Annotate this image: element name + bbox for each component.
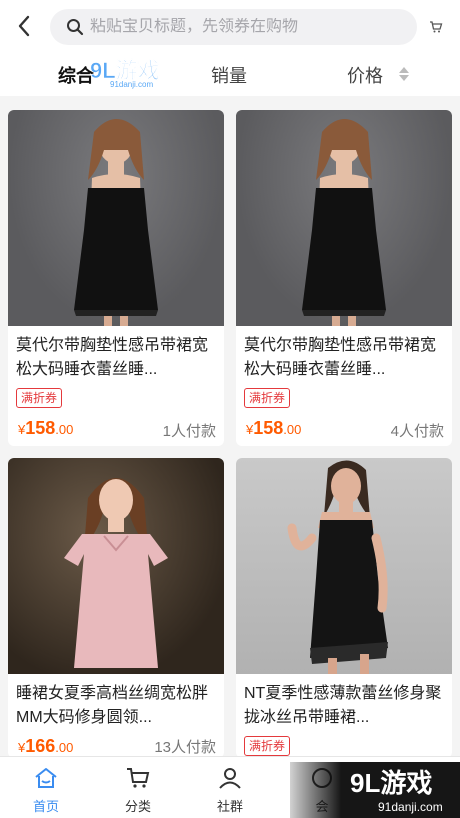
tab-price[interactable]: 价格 — [347, 62, 383, 88]
app-root: 综合 销量 价格 9L游戏 91danji.com 莫代尔带胸垫性感吊带裙宽松大… — [0, 0, 460, 818]
search-icon — [67, 19, 84, 36]
sold-count: 1人付款 — [162, 423, 216, 440]
svg-text:91danji.com: 91danji.com — [110, 80, 153, 89]
watermark-badge: 9L游戏 91danji.com — [290, 762, 460, 818]
product-card[interactable]: 莫代尔带胸垫性感吊带裙宽松大码睡衣蕾丝睡... 满折券 ¥158.00 1人付款 — [8, 110, 224, 446]
product-image[interactable] — [8, 458, 224, 674]
price-integer: 158 — [25, 418, 56, 438]
search-input[interactable] — [90, 18, 390, 36]
search-box[interactable] — [50, 9, 417, 45]
divider — [0, 96, 460, 106]
nav-home-label: 首页 — [32, 799, 59, 814]
sold-count: 13人付款 — [154, 739, 216, 756]
header — [0, 0, 460, 52]
sort-arrows-icon[interactable] — [398, 66, 410, 82]
tab-sales[interactable]: 销量 — [211, 62, 247, 88]
product-card[interactable]: 睡裙女夏季高档丝绸宽松胖MM大码修身圆领... ¥166.00 13人付款 — [8, 458, 224, 758]
nav-home[interactable]: 首页 — [0, 757, 92, 818]
product-title[interactable]: 莫代尔带胸垫性感吊带裙宽松大码睡衣蕾丝睡... — [244, 334, 444, 382]
product-price: ¥166.00 — [18, 736, 73, 757]
home-icon — [35, 768, 57, 788]
sold-count: 4人付款 — [390, 423, 444, 440]
nav-community[interactable]: 社群 — [184, 757, 276, 818]
watermark-logo: 9L游戏 91danji.com — [90, 58, 160, 89]
product-title[interactable]: 睡裙女夏季高档丝绸宽松胖MM大码修身圆领... — [16, 682, 216, 730]
cart-icon[interactable] — [429, 20, 443, 34]
product-title[interactable]: 莫代尔带胸垫性感吊带裙宽松大码睡衣蕾丝睡... — [16, 334, 216, 382]
product-price: ¥158.00 — [18, 418, 73, 439]
nav-category-label: 分类 — [124, 799, 151, 814]
price-decimal: .00 — [283, 422, 302, 437]
coupon-badge: 满折券 — [244, 388, 291, 408]
product-card[interactable]: NT夏季性感薄款蕾丝修身聚拢冰丝吊带睡裙... 满折券 — [236, 458, 452, 758]
product-price: ¥158.00 — [246, 418, 301, 439]
product-image[interactable] — [8, 110, 224, 326]
price-integer: 158 — [253, 418, 284, 438]
coupon-badge: 满折券 — [16, 388, 63, 408]
product-image[interactable] — [236, 110, 452, 326]
watermark-logo-text: 9L游戏 — [350, 768, 432, 798]
nav-community-label: 社群 — [216, 799, 243, 814]
product-title[interactable]: NT夏季性感薄款蕾丝修身聚拢冰丝吊带睡裙... — [244, 682, 444, 730]
price-decimal: .00 — [55, 740, 74, 755]
sort-tabs: 综合 销量 价格 — [0, 52, 460, 96]
price-decimal: .00 — [55, 422, 74, 437]
product-card[interactable]: 莫代尔带胸垫性感吊带裙宽松大码睡衣蕾丝睡... 满折券 ¥158.00 4人付款 — [236, 110, 452, 446]
chevron-left-icon — [18, 15, 30, 37]
user-icon — [219, 768, 241, 789]
coupon-badge: 满折券 — [244, 736, 291, 756]
cart-icon — [127, 768, 150, 788]
nav-category[interactable]: 分类 — [92, 757, 184, 818]
product-image[interactable] — [236, 458, 452, 674]
watermark-site-text: 91danji.com — [378, 800, 443, 814]
back-button[interactable] — [0, 0, 48, 52]
price-integer: 166 — [25, 736, 56, 756]
